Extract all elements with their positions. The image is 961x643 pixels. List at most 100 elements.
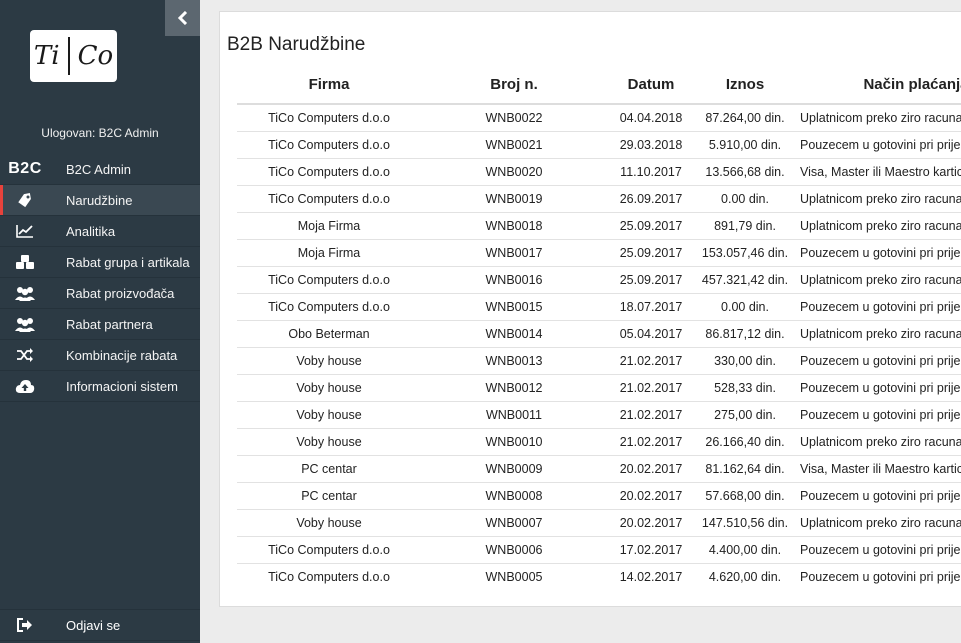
- logout-button[interactable]: Odjavi se: [0, 609, 200, 641]
- sidebar-item-label: Narudžbine: [66, 192, 133, 208]
- sidebar-item-rabat-grupa[interactable]: Rabat grupa i artikala: [0, 247, 200, 278]
- cell-nacin-placanja: Pouzecem u gotovini pri prijemu: [795, 536, 961, 564]
- cell-firma: TiCo Computers d.o.o: [237, 293, 421, 321]
- cell-firma: Obo Beterman: [237, 320, 421, 348]
- cell-iznos: 0.00 din.: [695, 293, 795, 321]
- cell-iznos: 57.668,00 din.: [695, 482, 795, 510]
- cell-datum: 26.09.2017: [607, 185, 695, 213]
- column-header-nacin-placanja[interactable]: Način plaćanja: [795, 76, 961, 105]
- cell-datum: 18.07.2017: [607, 293, 695, 321]
- b2c-text-icon: B2C: [8, 160, 42, 177]
- cell-iznos: 891,79 din.: [695, 212, 795, 240]
- cloud-upload-icon: [0, 379, 50, 394]
- cell-broj: WNB0016: [421, 266, 607, 294]
- sidebar-item-label: Kombinacije rabata: [66, 347, 178, 363]
- cell-nacin-placanja: Pouzecem u gotovini pri prijemu: [795, 131, 961, 159]
- cell-nacin-placanja: Pouzecem u gotovini pri prijemu: [795, 401, 961, 429]
- cell-nacin-placanja: Pouzecem u gotovini pri prijemu: [795, 239, 961, 267]
- orders-panel: B2B Narudžbine Firma Broj n. Datum Iznos…: [219, 11, 961, 607]
- table-header-row: Firma Broj n. Datum Iznos Način plaćanja: [237, 76, 961, 105]
- table-row[interactable]: TiCo Computers d.o.o WNB0015 18.07.2017 0.0…: [237, 293, 961, 321]
- cell-firma: Voby house: [237, 509, 421, 537]
- table-row[interactable]: Voby house WNB0011 21.02.2017 275,00 din. Po…: [237, 401, 961, 429]
- cell-firma: TiCo Computers d.o.o: [237, 266, 421, 294]
- cell-broj: WNB0022: [485, 111, 543, 125]
- table-row[interactable]: Moja Firma WNB0018 25.09.2017 891,79 din. Up…: [237, 212, 961, 240]
- table-row[interactable]: TiCo Computers d.o.o WNB0005 14.02.2017 4.6…: [237, 563, 961, 590]
- column-header-broj[interactable]: Broj n.: [421, 76, 607, 105]
- cell-nacin-placanja: Uplatnicom preko ziro racuna: [795, 428, 961, 456]
- cell-broj: WNB0008: [421, 482, 607, 510]
- sidebar-item-label: Analitika: [66, 223, 116, 239]
- cell-datum: 14.02.2017: [607, 563, 695, 590]
- cell-broj: WNB0018: [421, 212, 607, 240]
- sidebar-item-kombinacije-rabata[interactable]: Kombinacije rabata: [0, 340, 200, 371]
- column-header-datum[interactable]: Datum: [607, 76, 695, 105]
- cell-iznos: 147.510,56 din.: [695, 509, 795, 537]
- cell-broj: WNB0015: [421, 293, 607, 321]
- cell-iznos: 13.566,68 din.: [695, 158, 795, 186]
- table-row[interactable]: TiCo Computers d.o.o WNB0016 25.09.2017 457…: [237, 266, 961, 294]
- cell-nacin-placanja: Uplatnicom preko ziro racuna: [795, 266, 961, 294]
- cell-nacin-placanja: Uplatnicom preko ziro racuna: [795, 185, 961, 213]
- users-icon: [0, 285, 50, 301]
- orders-table: Firma Broj n. Datum Iznos Način plaćanja…: [237, 76, 961, 590]
- sign-out-icon: [0, 618, 50, 632]
- table-row[interactable]: Moja Firma WNB0017 25.09.2017 153.057,46 di…: [237, 239, 961, 267]
- cell-firma: TiCo Computers d.o.o: [237, 131, 421, 159]
- table-row[interactable]: Voby house WNB0013 21.02.2017 330,00 din. Po…: [237, 347, 961, 375]
- cell-datum: 25.09.2017: [607, 266, 695, 294]
- table-row[interactable]: TiCo Computers d.o.o WNB0019 26.09.2017 0.0…: [237, 185, 961, 213]
- cell-datum: 04.04.2018: [619, 111, 683, 125]
- table-row[interactable]: PC centar WNB0008 20.02.2017 57.668,00 din.…: [237, 482, 961, 510]
- cell-nacin-placanja: Uplatnicom preko ziro racuna: [795, 509, 961, 537]
- orders-table-body: TiCo Computers d.o.o WNB0022 04.04.2018 87.…: [237, 104, 961, 590]
- cell-broj: WNB0011: [421, 401, 607, 429]
- cell-iznos: 4.400,00 din.: [695, 536, 795, 564]
- cell-nacin-placanja: Pouzecem u gotovini pri prijemu: [795, 374, 961, 402]
- table-row[interactable]: TiCo Computers d.o.o WNB0020 11.10.2017 13.…: [237, 158, 961, 186]
- cell-firma: TiCo Computers d.o.o: [237, 185, 421, 213]
- tag-icon: [0, 192, 50, 208]
- collapse-sidebar-button[interactable]: [165, 0, 200, 36]
- sidebar-item-rabat-partnera[interactable]: Rabat partnera: [0, 309, 200, 340]
- column-header-iznos[interactable]: Iznos: [695, 76, 795, 105]
- logged-in-user: Ulogovan: B2C Admin: [41, 126, 159, 140]
- sidebar-item-label: B2C Admin: [66, 161, 132, 177]
- cell-firma: Voby house: [237, 347, 421, 375]
- table-row[interactable]: Obo Beterman WNB0014 05.04.2017 86.817,12 d…: [237, 320, 961, 348]
- table-row[interactable]: TiCo Computers d.o.o WNB0022 04.04.2018 87.…: [237, 104, 961, 132]
- cell-datum: 21.02.2017: [607, 401, 695, 429]
- sidebar-item-narudzbine[interactable]: Narudžbine: [0, 185, 200, 216]
- cell-firma: Voby house: [237, 374, 421, 402]
- cell-datum: 29.03.2018: [607, 131, 695, 159]
- sidebar-item-b2c-admin[interactable]: B2C B2C Admin: [0, 154, 200, 185]
- cell-nacin-placanja: Uplatnicom preko ziro racuna: [795, 320, 961, 348]
- table-row[interactable]: Voby house WNB0010 21.02.2017 26.166,40 din…: [237, 428, 961, 456]
- cell-datum: 21.02.2017: [607, 374, 695, 402]
- table-row[interactable]: Voby house WNB0012 21.02.2017 528,33 din. Po…: [237, 374, 961, 402]
- cell-broj: WNB0006: [421, 536, 607, 564]
- sidebar-menu: B2C B2C Admin Narudžbine Analitika Rabat…: [0, 154, 200, 402]
- cell-firma: Moja Firma: [237, 212, 421, 240]
- cell-nacin-placanja: Pouzecem u gotovini pri prijemu: [795, 293, 961, 321]
- table-row[interactable]: TiCo Computers d.o.o WNB0006 17.02.2017 4.4…: [237, 536, 961, 564]
- sidebar-item-informacioni-sistem[interactable]: Informacioni sistem: [0, 371, 200, 402]
- logo[interactable]: Ti Co: [30, 30, 117, 82]
- cell-iznos: 86.817,12 din.: [695, 320, 795, 348]
- sidebar-item-analitika[interactable]: Analitika: [0, 216, 200, 247]
- cell-firma: Voby house: [237, 428, 421, 456]
- sidebar-item-rabat-proizvodjaca[interactable]: Rabat proizvođača: [0, 278, 200, 309]
- cell-broj: WNB0007: [421, 509, 607, 537]
- table-row[interactable]: Voby house WNB0007 20.02.2017 147.510,56 di…: [237, 509, 961, 537]
- cell-iznos: 330,00 din.: [695, 347, 795, 375]
- logo-text-right: Co: [77, 41, 114, 71]
- cell-broj: WNB0013: [421, 347, 607, 375]
- cell-datum: 25.09.2017: [607, 212, 695, 240]
- cell-broj: WNB0010: [421, 428, 607, 456]
- table-row[interactable]: TiCo Computers d.o.o WNB0021 29.03.2018 5.9…: [237, 131, 961, 159]
- cell-datum: 11.10.2017: [607, 158, 695, 186]
- table-row[interactable]: PC centar WNB0009 20.02.2017 81.162,64 din.…: [237, 455, 961, 483]
- column-header-firma[interactable]: Firma: [237, 76, 421, 105]
- cell-broj: WNB0017: [421, 239, 607, 267]
